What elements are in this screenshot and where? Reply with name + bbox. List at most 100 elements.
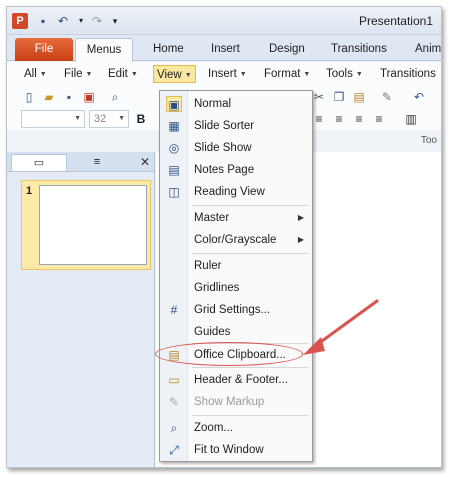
panel-tabs: ▭ ≡ ✕: [7, 152, 154, 172]
markup-icon: ✎: [168, 395, 180, 409]
font-name-combo[interactable]: ▼: [21, 110, 85, 128]
menu-item-label: Master: [194, 212, 230, 224]
open-icon[interactable]: ▰: [41, 89, 57, 105]
menu-item-zoom[interactable]: ⌕ Zoom...: [160, 417, 312, 439]
menu-item-grid-settings[interactable]: # Grid Settings...: [160, 299, 312, 321]
bold-button[interactable]: B: [133, 111, 149, 127]
print-icon[interactable]: ▣: [81, 89, 97, 105]
menu-item-label: Ruler: [194, 260, 222, 272]
submenu-arrow-icon: ▶: [297, 235, 304, 244]
powerpoint-logo-icon: P: [12, 13, 28, 29]
menu-transitions[interactable]: Transitions: [377, 65, 439, 83]
format-painter-icon[interactable]: ✎: [379, 89, 395, 105]
tab-insert[interactable]: Insert: [201, 38, 250, 61]
reading-view-icon: ◫: [168, 185, 180, 199]
menu-item-label: Color/Grayscale: [194, 234, 277, 246]
menu-item-slide-sorter[interactable]: ▦ Slide Sorter: [160, 115, 312, 137]
align-right-icon[interactable]: ≡: [351, 111, 367, 127]
menu-separator: [192, 415, 308, 416]
menu-separator: [192, 367, 308, 368]
menu-item-color-grayscale[interactable]: Color/Grayscale ▶: [160, 229, 312, 251]
notes-page-icon: ▤: [168, 163, 180, 177]
menu-item-label: Notes Page: [194, 164, 255, 176]
menu-item-label: Slide Sorter: [194, 120, 255, 132]
menu-item-master[interactable]: Master ▶: [160, 207, 312, 229]
ribbon-tabs: File Menus Home Insert Design Transition…: [7, 35, 441, 62]
slide-thumbnail-selected[interactable]: 1: [21, 180, 151, 270]
menu-item-guides[interactable]: Guides: [160, 321, 312, 343]
tab-transitions[interactable]: Transitions: [321, 38, 397, 61]
header-footer-icon: ▭: [168, 373, 180, 387]
zoom-icon: ⌕: [170, 421, 178, 435]
tab-file[interactable]: File: [15, 38, 73, 61]
classic-menu-bar: All ▼ File ▼ Edit ▼ View ▼ Insert ▼ Format ▼ T…: [7, 62, 441, 86]
menu-tools[interactable]: Tools ▼: [323, 65, 366, 83]
menu-item-label: Guides: [194, 326, 231, 338]
redo-icon[interactable]: ↷: [87, 11, 107, 31]
slide-sorter-icon: ▦: [168, 119, 180, 133]
grid-icon: #: [170, 303, 178, 317]
powerpoint-window: P ▪ ↶ ▾ ↷ ▾ Presentation1 File Menus Hom…: [6, 6, 442, 468]
view-menu-dropdown: ▣ Normal ▦ Slide Sorter ◎ Slide Show ▤ N…: [159, 90, 313, 462]
tab-menus[interactable]: Menus: [75, 38, 133, 62]
customize-qat-icon[interactable]: ▾: [105, 11, 125, 31]
align-center-icon[interactable]: ≡: [331, 111, 347, 127]
menu-item-ruler[interactable]: Ruler: [160, 255, 312, 277]
slide-number: 1: [26, 185, 33, 197]
menu-item-label: Zoom...: [194, 422, 233, 434]
submenu-arrow-icon: ▶: [297, 213, 304, 222]
menu-item-show-markup: ✎ Show Markup: [160, 391, 312, 413]
outline-tab-icon[interactable]: ≡: [69, 154, 125, 171]
slide-show-icon: ◎: [168, 141, 180, 155]
menu-format[interactable]: Format ▼: [261, 65, 313, 83]
close-icon[interactable]: ✕: [140, 154, 150, 170]
columns-icon[interactable]: ▥: [403, 111, 419, 127]
find-icon[interactable]: ⌕: [107, 89, 123, 105]
font-size-combo[interactable]: 32 ▼: [89, 110, 129, 128]
menu-item-label: Fit to Window: [194, 444, 264, 456]
menu-item-label: Show Markup: [194, 396, 265, 408]
menu-item-label: Reading View: [194, 186, 265, 198]
undo-icon[interactable]: ↶: [411, 89, 427, 105]
menu-separator: [192, 205, 308, 206]
justify-icon[interactable]: ≡: [371, 111, 387, 127]
menu-item-reading-view[interactable]: ◫ Reading View: [160, 181, 312, 203]
window-title: Presentation1: [358, 14, 433, 28]
menu-item-gridlines[interactable]: Gridlines: [160, 277, 312, 299]
menu-item-label: Slide Show: [194, 142, 252, 154]
new-icon[interactable]: ▯: [21, 89, 37, 105]
paste-icon[interactable]: ▤: [351, 89, 367, 105]
menu-item-notes-page[interactable]: ▤ Notes Page: [160, 159, 312, 181]
tab-home[interactable]: Home: [143, 38, 194, 61]
normal-view-icon: ▣: [166, 96, 182, 112]
menu-separator: [192, 253, 308, 254]
menu-all[interactable]: All ▼: [21, 65, 50, 83]
menu-item-label: Header & Footer...: [194, 374, 288, 386]
align-left-icon[interactable]: ≡: [311, 111, 327, 127]
slide-thumbnail[interactable]: [39, 185, 147, 265]
slides-tab-icon[interactable]: ▭: [11, 154, 67, 171]
menu-item-label: Grid Settings...: [194, 304, 271, 316]
menu-item-slide-show[interactable]: ◎ Slide Show: [160, 137, 312, 159]
menu-file[interactable]: File ▼: [61, 65, 95, 83]
menu-view[interactable]: View ▼: [153, 65, 196, 83]
cut-icon[interactable]: ✂: [311, 89, 327, 105]
annotation-arrow-icon: [303, 299, 379, 355]
undo-icon[interactable]: ↶: [53, 11, 73, 31]
menu-item-fit-to-window[interactable]: ⤢ Fit to Window: [160, 439, 312, 461]
menu-item-header-footer[interactable]: ▭ Header & Footer...: [160, 369, 312, 391]
slides-panel: ▭ ≡ ✕ 1: [7, 152, 155, 467]
menu-insert[interactable]: Insert ▼: [205, 65, 250, 83]
menu-item-label: Normal: [194, 98, 232, 110]
menu-item-label: Gridlines: [194, 282, 240, 294]
tab-animations[interactable]: Anim: [405, 38, 441, 61]
title-bar: P ▪ ↶ ▾ ↷ ▾ Presentation1: [7, 7, 441, 35]
save-icon[interactable]: ▪: [61, 89, 77, 105]
menu-edit[interactable]: Edit ▼: [105, 65, 141, 83]
annotation-ellipse: [155, 342, 303, 366]
fit-window-icon: ⤢: [169, 443, 179, 457]
menu-item-normal[interactable]: ▣ Normal: [160, 93, 312, 115]
save-icon[interactable]: ▪: [33, 11, 53, 31]
tab-design[interactable]: Design: [259, 38, 315, 61]
copy-icon[interactable]: ❐: [331, 89, 347, 105]
